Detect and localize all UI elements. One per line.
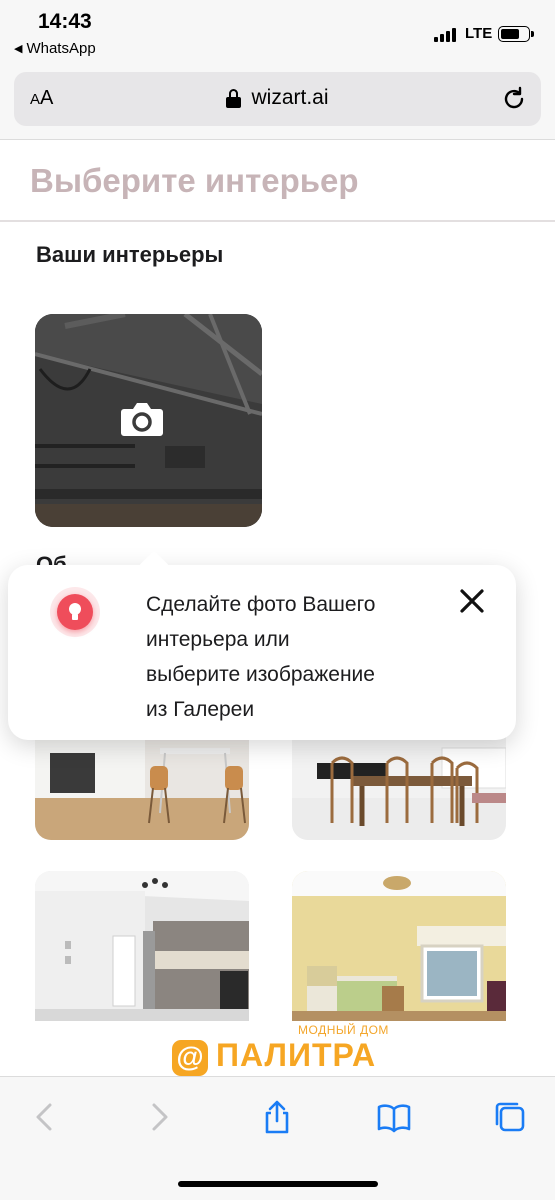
signal-icon [434, 28, 456, 42]
lock-icon [226, 88, 242, 108]
url-display[interactable]: wizart.ai [14, 86, 541, 110]
lightbulb-icon [57, 594, 93, 630]
tooltip-line: Сделайте фото Вашего [146, 593, 376, 616]
share-icon[interactable] [259, 1099, 295, 1135]
page-header: Выберите интерьер [0, 140, 555, 222]
forward-icon[interactable] [140, 1099, 176, 1135]
home-indicator[interactable] [178, 1181, 378, 1187]
tooltip-line: выберите изображение [146, 663, 375, 686]
tooltip-text: Сделайте фото Вашего интерьера или выбер… [146, 587, 446, 727]
page-title: Выберите интерьер [30, 162, 359, 199]
close-icon[interactable] [458, 587, 486, 615]
bookmarks-icon[interactable] [376, 1099, 412, 1135]
camera-icon[interactable] [120, 400, 164, 438]
address-bar[interactable]: AA wizart.ai [14, 72, 541, 126]
hint-tooltip: Сделайте фото Вашего интерьера или выбер… [8, 550, 516, 740]
tooltip-line: из Галереи [146, 698, 255, 721]
network-label: LTE [465, 25, 493, 42]
palitra-logo: МОДНЫЙ ДОМ @ ПАЛИТРА [170, 1020, 390, 1078]
example-tile-grey-kitchen[interactable] [35, 871, 249, 1021]
back-app-label: WhatsApp [26, 40, 96, 57]
tabs-icon[interactable] [492, 1099, 528, 1135]
reload-icon[interactable] [501, 86, 527, 112]
example-tile-bedroom[interactable] [292, 871, 506, 1021]
back-triangle-icon: ◀ [14, 43, 23, 55]
your-interiors-heading: Ваши интерьеры [36, 242, 224, 267]
logo-subtitle: МОДНЫЙ ДОМ [298, 1023, 389, 1037]
battery-icon [498, 26, 534, 42]
logo-name: ПАЛИТРА [216, 1037, 377, 1073]
browser-bottom-toolbar [0, 1076, 555, 1200]
url-text: wizart.ai [251, 86, 329, 109]
status-bar: 14:43 ◀ WhatsApp LTE [0, 0, 555, 66]
tooltip-pointer [138, 550, 170, 582]
lightbulb-icon-wrap [50, 587, 100, 637]
logo-mark: @ [172, 1040, 208, 1076]
back-icon[interactable] [28, 1099, 64, 1135]
tooltip-line: интерьера или [146, 628, 290, 651]
status-time: 14:43 [38, 10, 92, 33]
back-to-app-link[interactable]: ◀ WhatsApp [14, 40, 96, 57]
browser-top-bar: AA wizart.ai [0, 66, 555, 140]
